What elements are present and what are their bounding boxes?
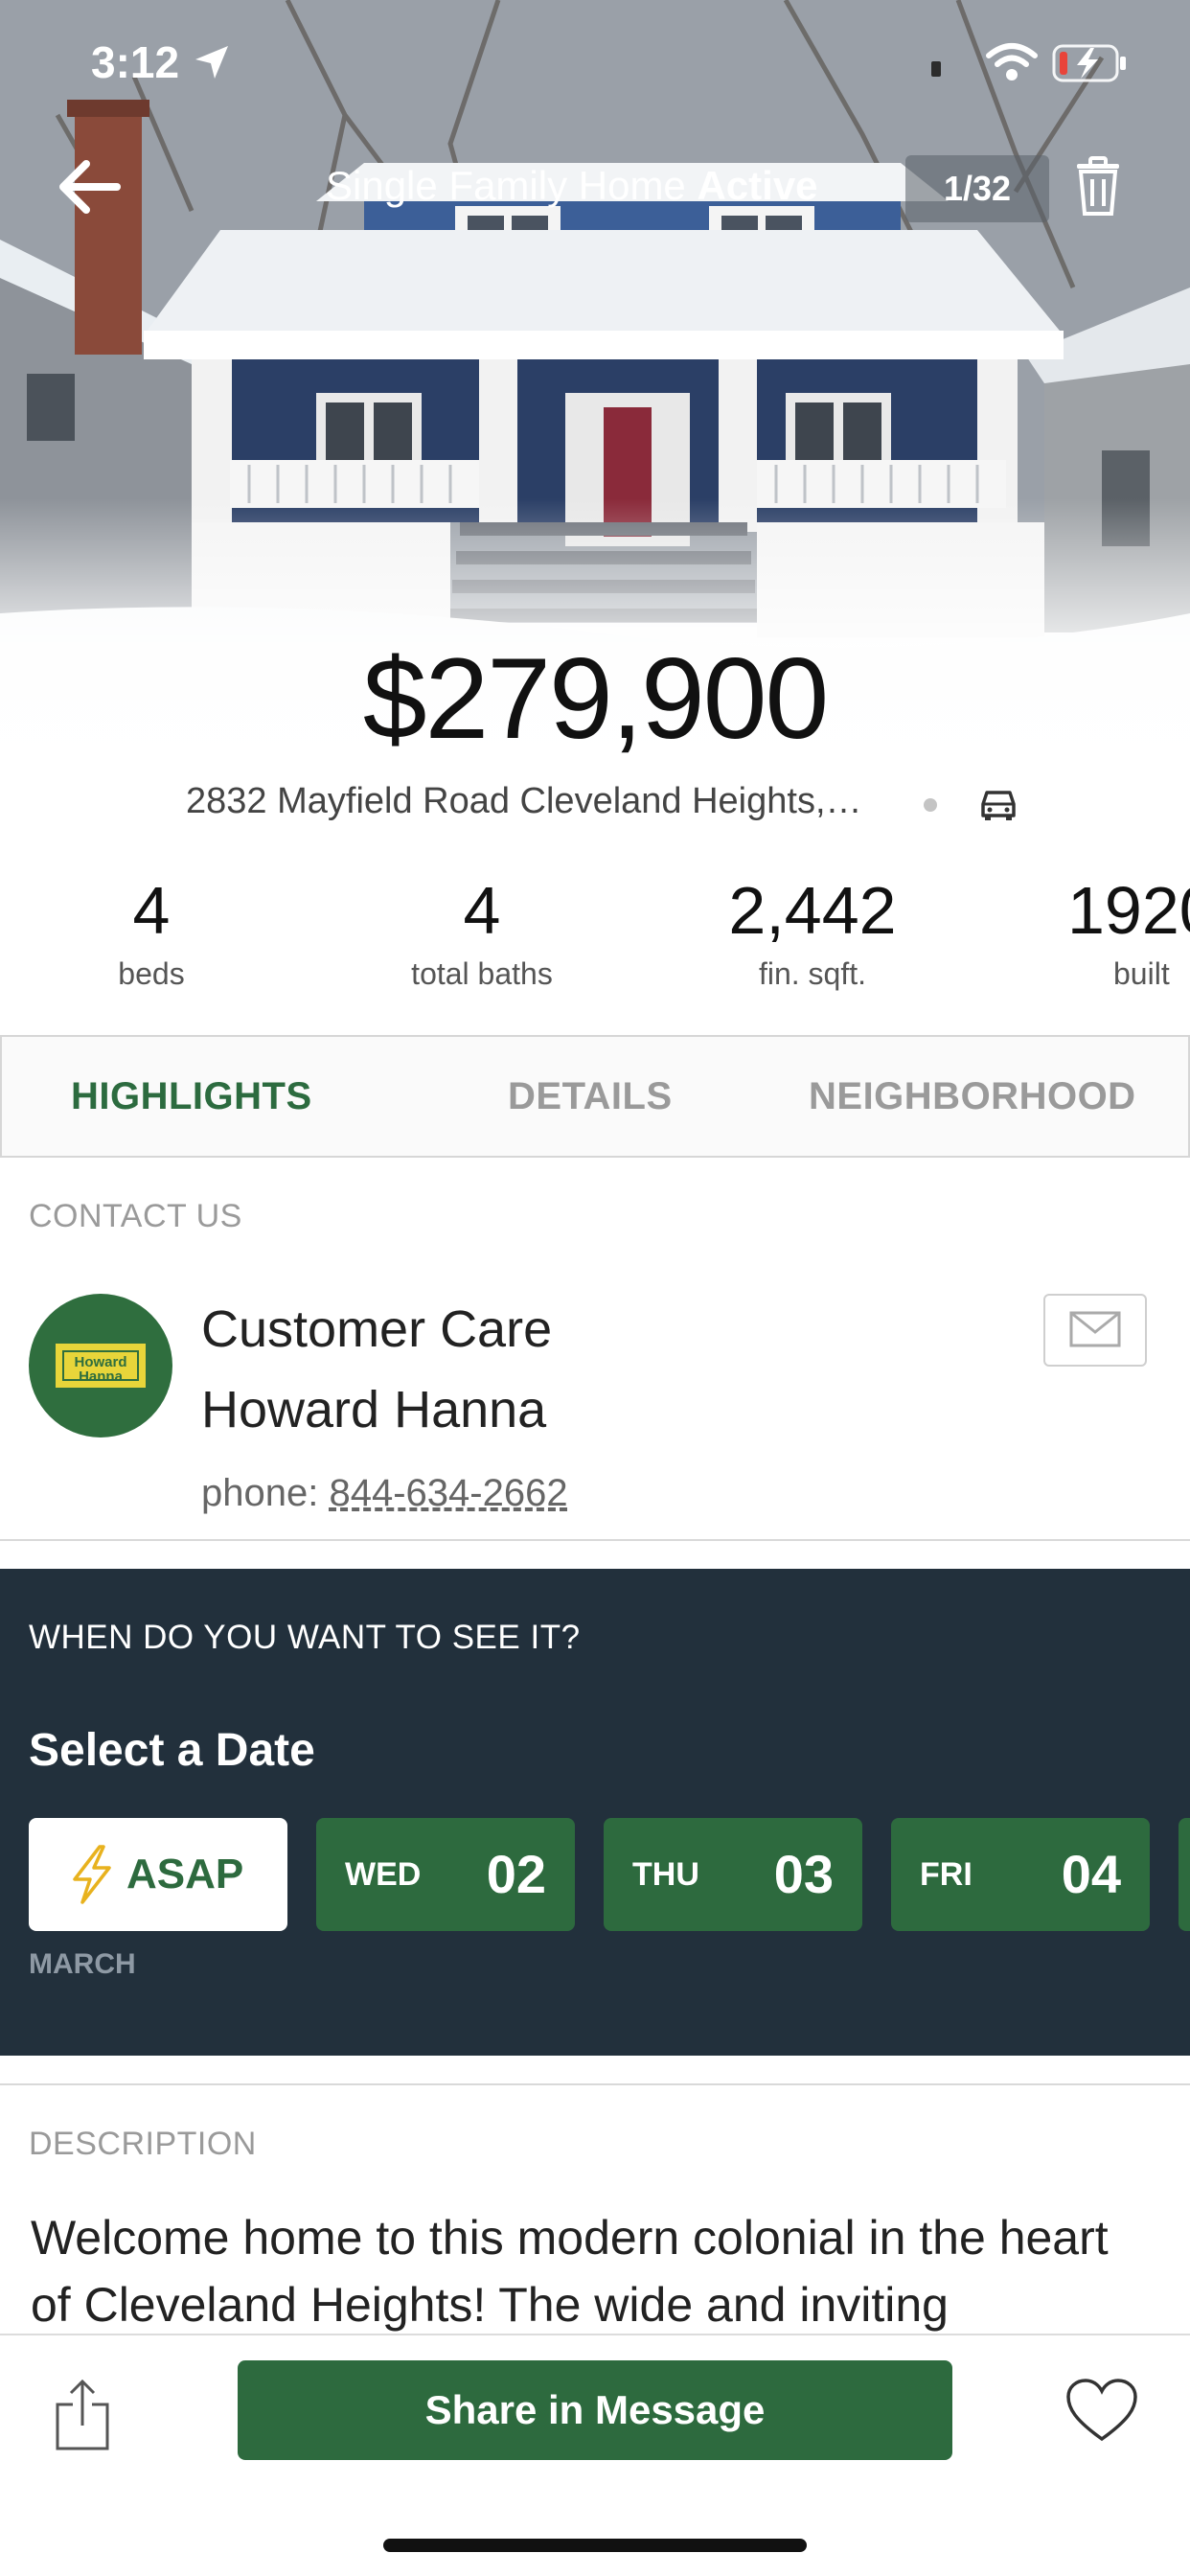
asap-button[interactable]: ASAP bbox=[29, 1818, 287, 1931]
stat-beds: 4 beds bbox=[56, 872, 247, 992]
logo-text-line-1: Howard bbox=[74, 1354, 127, 1370]
section-divider bbox=[0, 1539, 1190, 1541]
listing-status: Active bbox=[697, 163, 818, 208]
stat-baths: 4 total baths bbox=[386, 872, 578, 992]
date-number: 04 bbox=[1061, 1844, 1121, 1904]
description-text: Welcome home to this modern colonial in … bbox=[31, 2211, 1109, 2332]
stat-label: beds bbox=[118, 956, 185, 991]
email-button[interactable] bbox=[1043, 1294, 1147, 1367]
status-bar: 3:12 bbox=[0, 0, 1190, 125]
date-weekday: FRI bbox=[920, 1856, 973, 1893]
stat-value: 2,442 bbox=[728, 873, 897, 948]
hero-photo-area[interactable]: 3:12 Single Family Home Active 1/32 $279… bbox=[0, 0, 1190, 843]
asap-label: ASAP bbox=[126, 1851, 244, 1898]
contact-section-label: CONTACT US bbox=[29, 1198, 242, 1234]
logo-text-line-2: Hanna bbox=[79, 1368, 123, 1385]
stat-built: 1920 built bbox=[1067, 872, 1190, 992]
wifi-icon bbox=[986, 43, 1038, 80]
date-option[interactable]: THU 03 bbox=[604, 1818, 862, 1931]
contact-phone: phone: 844-634-2662 bbox=[201, 1472, 568, 1515]
tab-neighborhood[interactable]: NEIGHBORHOOD bbox=[809, 1037, 1136, 1156]
schedule-month: MARCH bbox=[29, 1948, 136, 1980]
stat-value: 4 bbox=[463, 873, 501, 948]
listing-tabs: HIGHLIGHTS DETAILS NEIGHBORHOOD bbox=[0, 1035, 1190, 1158]
tab-details[interactable]: DETAILS bbox=[508, 1037, 673, 1156]
nav-title: Single Family Home Active bbox=[326, 163, 818, 209]
logo-text: Howard Hanna bbox=[62, 1350, 139, 1385]
separator-dot bbox=[924, 798, 937, 812]
home-indicator bbox=[383, 2539, 807, 2552]
battery-charging-icon bbox=[1052, 44, 1126, 82]
share-icon[interactable] bbox=[54, 2378, 111, 2452]
agency-logo: Howard Hanna bbox=[29, 1294, 172, 1438]
photo-counter: 1/32 bbox=[905, 155, 1049, 222]
location-arrow-icon bbox=[195, 46, 228, 79]
signal-icon bbox=[931, 61, 941, 77]
stat-label: built bbox=[1113, 956, 1170, 991]
trash-icon[interactable] bbox=[1071, 156, 1125, 218]
stat-value: 4 bbox=[132, 873, 171, 948]
logo-badge: Howard Hanna bbox=[56, 1344, 146, 1388]
stat-label: fin. sqft. bbox=[758, 956, 867, 991]
share-in-message-button[interactable]: Share in Message bbox=[238, 2360, 952, 2460]
mail-icon bbox=[1069, 1311, 1121, 1347]
heart-icon[interactable] bbox=[1065, 2378, 1138, 2443]
date-option-next-partial[interactable] bbox=[1179, 1818, 1190, 1931]
stat-label: total baths bbox=[411, 956, 553, 991]
date-weekday: WED bbox=[345, 1856, 422, 1893]
stat-sqft: 2,442 fin. sqft. bbox=[698, 872, 927, 992]
contact-name: Customer Care bbox=[201, 1300, 553, 1358]
back-arrow-icon[interactable] bbox=[56, 158, 123, 216]
description-section-label: DESCRIPTION bbox=[29, 2126, 257, 2162]
listing-type: Single Family Home bbox=[326, 163, 686, 208]
schedule-showing-panel: WHEN DO YOU WANT TO SEE IT? Select a Dat… bbox=[0, 1569, 1190, 2056]
phone-number-link[interactable]: 844-634-2662 bbox=[329, 1472, 567, 1514]
car-icon[interactable] bbox=[979, 787, 1018, 821]
select-date-heading: Select a Date bbox=[29, 1725, 315, 1776]
status-time: 3:12 bbox=[91, 37, 180, 87]
schedule-question: WHEN DO YOU WANT TO SEE IT? bbox=[29, 1619, 581, 1656]
address-row: 2832 Mayfield Road Cleveland Heights,… bbox=[0, 781, 1190, 829]
date-number: 02 bbox=[486, 1844, 546, 1904]
stat-value: 1920 bbox=[1067, 873, 1190, 948]
bottom-action-bar: Share in Message bbox=[0, 2334, 1190, 2576]
tab-highlights[interactable]: HIGHLIGHTS bbox=[71, 1037, 312, 1156]
section-divider bbox=[0, 2083, 1190, 2085]
listing-price: $279,900 bbox=[362, 634, 830, 763]
phone-label: phone: bbox=[201, 1472, 319, 1514]
date-option[interactable]: WED 02 bbox=[316, 1818, 575, 1931]
date-weekday: THU bbox=[632, 1856, 699, 1893]
contact-company: Howard Hanna bbox=[201, 1381, 547, 1438]
date-number: 03 bbox=[773, 1844, 834, 1904]
lightning-icon bbox=[73, 1845, 111, 1904]
date-option[interactable]: FRI 04 bbox=[891, 1818, 1150, 1931]
listing-address[interactable]: 2832 Mayfield Road Cleveland Heights,… bbox=[186, 781, 862, 822]
